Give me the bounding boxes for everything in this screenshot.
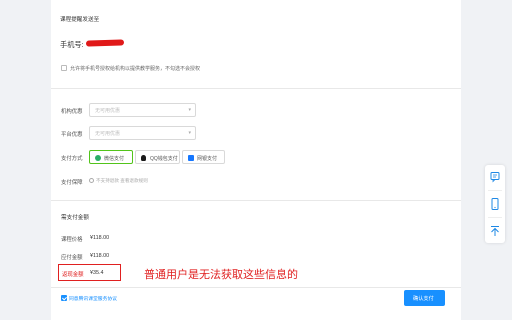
phone-label: 手机号: <box>60 40 84 49</box>
platform-discount-placeholder: 无可用优惠 <box>95 131 121 137</box>
payment-guarantee-label: 支付保障 <box>61 180 83 186</box>
divider <box>488 190 502 191</box>
divider <box>488 217 502 218</box>
agree-checkbox[interactable] <box>61 295 67 301</box>
floating-sidebar <box>485 165 505 243</box>
org-discount-select[interactable]: 无可用优惠 ▾ <box>89 103 196 117</box>
rebate-label: 返现金额 <box>62 272 84 278</box>
confirm-pay-label: 确认支付 <box>413 295 434 302</box>
total-label: 应付金额 <box>61 255 83 261</box>
mobile-icon <box>491 198 499 210</box>
pay-option-label: QQ钱包支付 <box>150 155 178 162</box>
back-to-top-button[interactable] <box>488 224 502 238</box>
course-price-value: ¥118.00 <box>90 235 110 241</box>
divider <box>51 88 461 89</box>
mobile-button[interactable] <box>488 197 502 211</box>
annotation-text: 普通用户是无法获取这些信息的 <box>144 269 298 281</box>
feedback-icon <box>490 172 500 183</box>
divider <box>51 287 461 288</box>
confirm-pay-button[interactable]: 确认支付 <box>404 290 445 306</box>
info-icon <box>89 178 94 183</box>
agree-text[interactable]: 同意腾讯课堂服务协议 <box>69 295 117 302</box>
summary-title: 需支付金额 <box>61 215 89 221</box>
payment-guarantee-text[interactable]: 不支持退款 查看退款规则 <box>96 178 148 184</box>
chevron-down-icon: ▾ <box>188 130 191 136</box>
total-value: ¥118.00 <box>90 253 110 259</box>
platform-discount-select[interactable]: 无可用优惠 ▾ <box>89 126 196 140</box>
pay-option-bank[interactable]: 网银支付 <box>182 150 225 164</box>
chevron-down-icon: ▾ <box>188 107 191 113</box>
payment-method-label: 支付方式 <box>61 156 83 162</box>
divider <box>51 200 461 201</box>
qq-icon <box>141 154 146 161</box>
org-discount-label: 机构优惠 <box>61 109 83 115</box>
back-to-top-icon <box>491 226 499 236</box>
pay-option-label: 网银支付 <box>197 155 218 162</box>
notify-title: 课程提醒发送至 <box>60 17 100 23</box>
consent-text: 允许将手机号授权给机构以提供教学服务，不勾选不会授权 <box>70 66 201 72</box>
course-price-label: 课程价格 <box>61 237 83 243</box>
wechat-icon <box>95 154 101 161</box>
bank-card-icon <box>188 154 194 161</box>
platform-discount-label: 平台优惠 <box>61 132 83 138</box>
org-discount-placeholder: 无可用优惠 <box>95 108 121 114</box>
pay-option-wechat[interactable]: 微信支付 <box>89 150 133 164</box>
pay-option-label: 微信支付 <box>104 155 125 162</box>
rebate-value: ¥35.4 <box>90 270 104 276</box>
consent-checkbox[interactable] <box>61 65 67 71</box>
pay-option-qq[interactable]: QQ钱包支付 <box>135 150 180 164</box>
feedback-button[interactable] <box>488 170 502 184</box>
